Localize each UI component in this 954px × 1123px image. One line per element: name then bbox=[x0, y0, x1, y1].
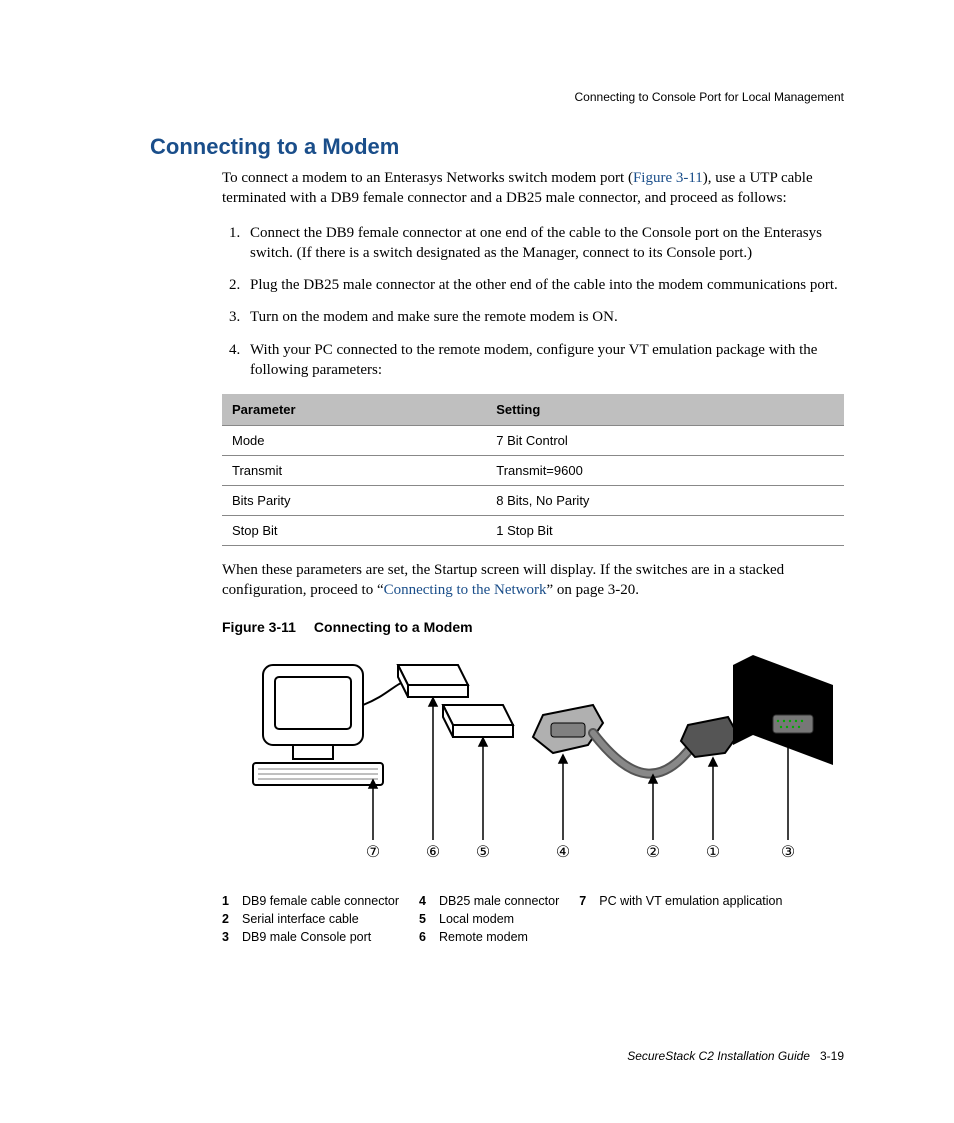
callout-2: ② bbox=[646, 844, 660, 861]
legend-item: 1 DB9 female cable connector bbox=[222, 894, 399, 908]
page-footer: SecureStack C2 Installation Guide 3-19 bbox=[627, 1049, 844, 1063]
step-item: Turn on the modem and make sure the remo… bbox=[244, 307, 844, 327]
callout-numbers: ⑦ ⑥ ⑤ ④ ② ① ③ bbox=[366, 844, 795, 861]
table-cell: 1 Stop Bit bbox=[486, 516, 844, 546]
callout-5: ⑤ bbox=[476, 844, 490, 861]
section-heading: Connecting to a Modem bbox=[150, 134, 844, 160]
table-row: Mode 7 Bit Control bbox=[222, 426, 844, 456]
callout-7: ⑦ bbox=[366, 844, 380, 861]
callout-3: ③ bbox=[781, 844, 795, 861]
pc-icon bbox=[253, 665, 408, 785]
callout-4: ④ bbox=[556, 844, 570, 861]
legend-num: 1 bbox=[222, 894, 234, 908]
legend-num: 3 bbox=[222, 930, 234, 944]
after-table-b: ” on page 3-20. bbox=[547, 582, 639, 598]
figure-number: Figure 3-11 bbox=[222, 619, 296, 635]
legend-text: DB25 male connector bbox=[439, 894, 559, 908]
figure-caption: Figure 3-11 Connecting to a Modem bbox=[222, 619, 844, 635]
legend-text: Remote modem bbox=[439, 930, 528, 944]
legend-text: Serial interface cable bbox=[242, 912, 359, 926]
modem-connection-diagram: ⑦ ⑥ ⑤ ④ ② ① ③ bbox=[233, 645, 833, 875]
step-item: With your PC connected to the remote mod… bbox=[244, 340, 844, 381]
legend-num: 4 bbox=[419, 894, 431, 908]
legend-item: 2 Serial interface cable bbox=[222, 912, 399, 926]
figure-xref-link[interactable]: Figure 3-11 bbox=[633, 170, 703, 186]
table-cell: Bits Parity bbox=[222, 486, 486, 516]
legend-text: PC with VT emulation application bbox=[599, 894, 782, 908]
legend-item: 7 PC with VT emulation application bbox=[579, 894, 782, 908]
legend-num: 2 bbox=[222, 912, 234, 926]
table-cell: Transmit=9600 bbox=[486, 456, 844, 486]
parameters-table: Parameter Setting Mode 7 Bit Control Tra… bbox=[222, 394, 844, 546]
figure-title: Connecting to a Modem bbox=[314, 619, 473, 635]
figure-illustration: ⑦ ⑥ ⑤ ④ ② ① ③ bbox=[222, 645, 844, 880]
db9-connector-icon bbox=[681, 717, 738, 757]
intro-paragraph: To connect a modem to an Enterasys Netwo… bbox=[222, 168, 844, 209]
table-header: Parameter bbox=[222, 394, 486, 426]
table-cell: Stop Bit bbox=[222, 516, 486, 546]
legend-item: 3 DB9 male Console port bbox=[222, 930, 399, 944]
callout-1: ① bbox=[706, 844, 720, 861]
figure-legend: 1 DB9 female cable connector 2 Serial inte… bbox=[222, 894, 844, 948]
network-xref-link[interactable]: Connecting to the Network bbox=[384, 582, 547, 598]
table-cell: Mode bbox=[222, 426, 486, 456]
table-cell: Transmit bbox=[222, 456, 486, 486]
legend-text: Local modem bbox=[439, 912, 514, 926]
remote-modem-icon bbox=[398, 665, 468, 697]
legend-text: DB9 female cable connector bbox=[242, 894, 399, 908]
callout-6: ⑥ bbox=[426, 844, 440, 861]
footer-book-title: SecureStack C2 Installation Guide bbox=[627, 1049, 810, 1063]
step-item: Connect the DB9 female connector at one … bbox=[244, 223, 844, 264]
table-cell: 8 Bits, No Parity bbox=[486, 486, 844, 516]
legend-item: 5 Local modem bbox=[419, 912, 559, 926]
legend-num: 7 bbox=[579, 894, 591, 908]
legend-item: 4 DB25 male connector bbox=[419, 894, 559, 908]
procedure-list: Connect the DB9 female connector at one … bbox=[222, 223, 844, 381]
footer-page-number: 3-19 bbox=[820, 1049, 844, 1063]
step-item: Plug the DB25 male connector at the othe… bbox=[244, 275, 844, 295]
switch-panel-icon bbox=[733, 655, 833, 765]
table-row: Transmit Transmit=9600 bbox=[222, 456, 844, 486]
table-row: Stop Bit 1 Stop Bit bbox=[222, 516, 844, 546]
legend-num: 5 bbox=[419, 912, 431, 926]
intro-text-a: To connect a modem to an Enterasys Netwo… bbox=[222, 170, 633, 186]
table-cell: 7 Bit Control bbox=[486, 426, 844, 456]
after-table-paragraph: When these parameters are set, the Start… bbox=[222, 560, 844, 601]
legend-text: DB9 male Console port bbox=[242, 930, 371, 944]
legend-num: 6 bbox=[419, 930, 431, 944]
running-header: Connecting to Console Port for Local Man… bbox=[150, 90, 844, 104]
table-row: Bits Parity 8 Bits, No Parity bbox=[222, 486, 844, 516]
legend-item: 6 Remote modem bbox=[419, 930, 559, 944]
table-header: Setting bbox=[486, 394, 844, 426]
local-modem-icon bbox=[443, 705, 513, 737]
